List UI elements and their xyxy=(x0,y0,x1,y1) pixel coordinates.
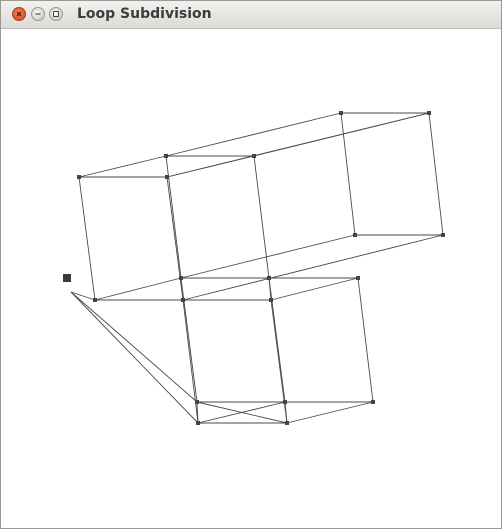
mesh-edge xyxy=(270,277,359,301)
mesh-edge xyxy=(166,176,184,301)
mesh-edge xyxy=(182,299,199,424)
maximize-icon xyxy=(53,11,59,17)
mesh-edge xyxy=(70,291,199,424)
close-button[interactable] xyxy=(12,7,26,21)
minimize-icon xyxy=(35,13,41,15)
maximize-button[interactable] xyxy=(49,7,63,21)
control-point[interactable] xyxy=(339,111,343,115)
control-point[interactable] xyxy=(93,298,97,302)
control-point[interactable] xyxy=(441,233,445,237)
control-point[interactable] xyxy=(77,175,81,179)
app-window: Loop Subdivision xyxy=(0,0,502,529)
mesh-edge xyxy=(180,277,198,403)
minimize-button[interactable] xyxy=(31,7,45,21)
control-point[interactable] xyxy=(196,421,200,425)
mesh-edge xyxy=(70,291,198,403)
control-point[interactable] xyxy=(285,421,289,425)
mesh-edge xyxy=(165,112,342,157)
control-point[interactable] xyxy=(269,298,273,302)
mesh-edge xyxy=(286,401,374,424)
control-point[interactable] xyxy=(165,175,169,179)
control-point[interactable] xyxy=(195,400,199,404)
mesh-edge xyxy=(268,277,286,403)
control-point[interactable] xyxy=(179,276,183,280)
control-point[interactable] xyxy=(267,276,271,280)
drawing-canvas[interactable] xyxy=(1,29,501,528)
control-point[interactable] xyxy=(356,276,360,280)
close-icon xyxy=(16,11,22,17)
title-bar[interactable]: Loop Subdivision xyxy=(1,1,501,29)
control-point[interactable] xyxy=(164,154,168,158)
mesh-edge xyxy=(78,155,167,178)
control-point[interactable] xyxy=(427,111,431,115)
control-point[interactable] xyxy=(371,400,375,404)
control-point[interactable] xyxy=(283,400,287,404)
mesh-edge xyxy=(166,112,430,178)
mesh-edge xyxy=(94,277,182,301)
mesh-edge xyxy=(78,176,96,301)
window-title: Loop Subdivision xyxy=(77,6,212,22)
mesh-edge xyxy=(196,401,199,424)
wireframe-scene[interactable] xyxy=(1,29,501,528)
control-point[interactable] xyxy=(252,154,256,158)
selected-control-point[interactable] xyxy=(63,274,71,282)
mesh-edge xyxy=(428,112,444,236)
control-point[interactable] xyxy=(181,298,185,302)
control-point[interactable] xyxy=(353,233,357,237)
mesh-edge xyxy=(357,277,374,403)
